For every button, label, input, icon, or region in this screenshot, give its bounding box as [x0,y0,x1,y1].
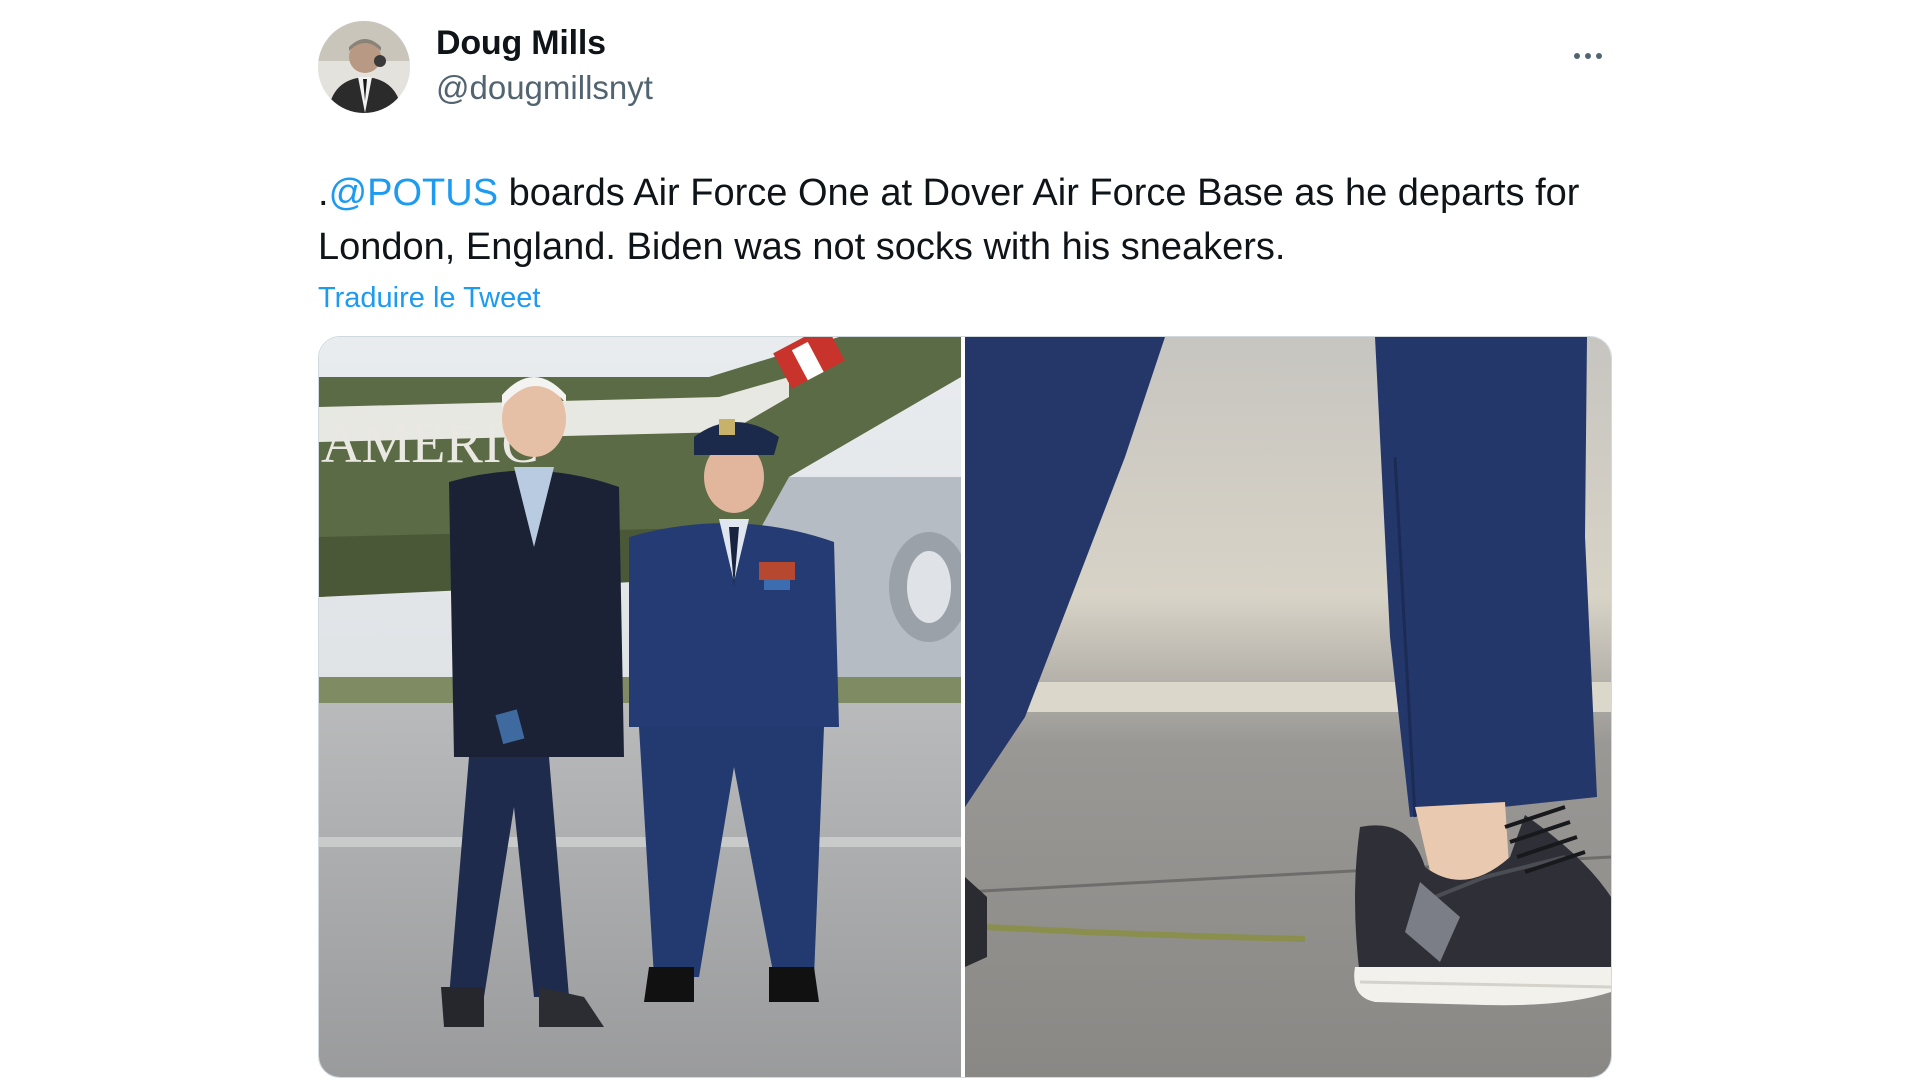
tweet-text-body: boards Air Force One at Dover Air Force … [318,172,1580,268]
author-handle[interactable]: @dougmillsnyt [436,69,653,107]
mention-link[interactable]: @POTUS [329,172,498,214]
photo-left-image: AMERIC [319,337,961,1077]
tweet-text-prefix: . [318,172,329,214]
more-dot [1596,53,1602,59]
more-dot [1574,53,1580,59]
photo-sneakers-closeup[interactable] [965,337,1611,1077]
tweet-card: Doug Mills @dougmillsnyt .@POTUS boards … [318,16,1612,1078]
translate-tweet-link[interactable]: Traduire le Tweet [318,282,540,315]
avatar-image [318,21,410,113]
tweet-media: AMERIC [318,336,1612,1078]
tweet-text: .@POTUS boards Air Force One at Dover Ai… [318,166,1610,274]
more-horizontal-icon[interactable] [1566,34,1610,78]
tweet-header: Doug Mills @dougmillsnyt [318,16,1610,116]
avatar[interactable] [318,21,410,113]
author-name[interactable]: Doug Mills [436,24,606,63]
photo-biden-colonel[interactable]: AMERIC [319,337,961,1077]
more-dot [1585,53,1591,59]
photo-right-image [965,337,1611,1077]
